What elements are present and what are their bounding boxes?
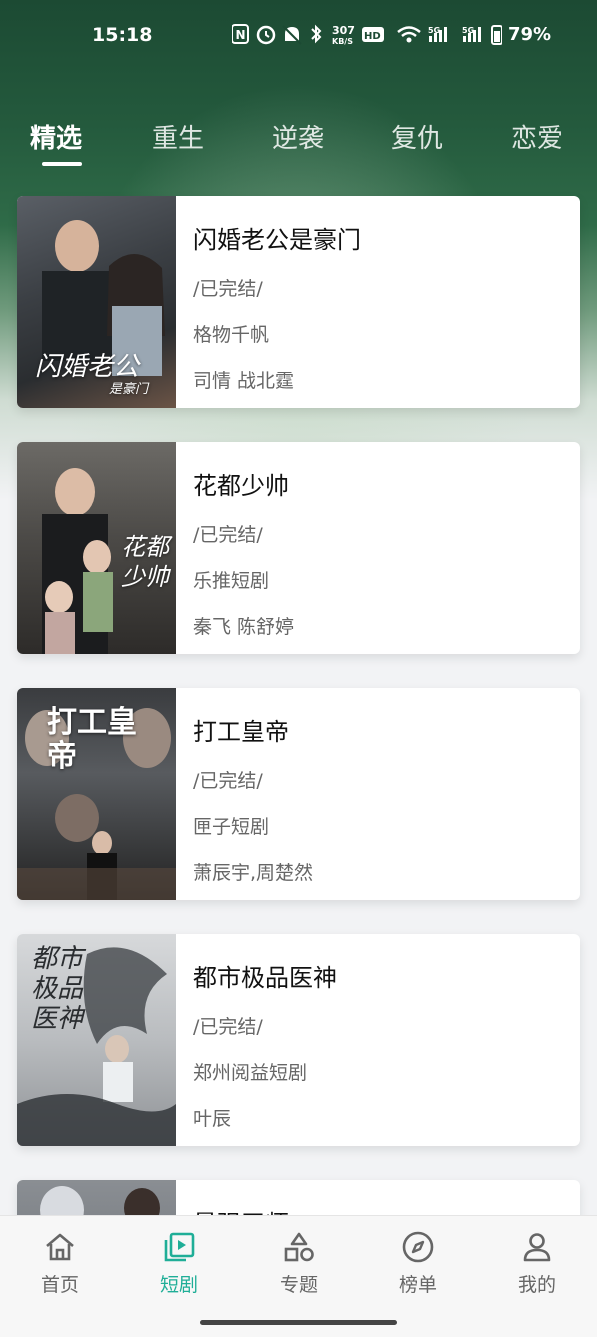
tab-fuchou[interactable]: 复仇: [391, 118, 443, 155]
cover-subtitle-text: 是豪门: [109, 382, 149, 397]
tab-chongsheng[interactable]: 重生: [152, 118, 204, 155]
bottom-navigation: 首页 短剧 专题 榜单 我的: [0, 1215, 597, 1337]
drama-card[interactable]: 花都少帅 花都少帅 /已完结/ 乐推短剧 秦飞 陈舒婷: [17, 442, 580, 654]
drama-status: /已完结/: [193, 278, 263, 300]
drama-cast: 秦飞 陈舒婷: [193, 616, 295, 638]
drama-status: /已完结/: [193, 1016, 263, 1038]
drama-cover[interactable]: 花都少帅: [17, 442, 176, 654]
drama-producer: 郑州阅益短剧: [193, 1062, 308, 1084]
battery-percent: 79%: [508, 24, 552, 45]
tab-jingxuan[interactable]: 精选: [30, 118, 82, 155]
drama-cast: 萧辰宇,周楚然: [193, 862, 314, 884]
person-icon: [523, 1233, 551, 1262]
drama-card[interactable]: 闪婚老公 是豪门 闪婚老公是豪门 /已完结/ 格物千帆 司情 战北霆: [17, 196, 580, 408]
cover-title-text: 都市极品医神: [31, 944, 84, 1034]
drama-title: 打工皇帝: [193, 718, 289, 746]
svg-text:N: N: [236, 28, 246, 42]
nav-rankings[interactable]: 榜单: [378, 1230, 458, 1297]
drama-card[interactable]: 打工皇帝 打工皇帝 /已完结/ 匣子短剧 萧辰宇,周楚然: [17, 688, 580, 900]
status-bar: 15:18 N 307 KB/S HD 5G 5G 79%: [0, 0, 597, 70]
nav-shortdrama-label: 短剧: [159, 1274, 198, 1296]
compass-icon: [402, 1231, 434, 1263]
nav-shortdrama[interactable]: 短剧: [139, 1230, 219, 1297]
play-icon: [164, 1232, 195, 1262]
nav-topics-label: 专题: [279, 1274, 318, 1296]
nav-profile[interactable]: 我的: [497, 1230, 577, 1297]
home-indicator[interactable]: [200, 1320, 397, 1325]
drama-producer: 格物千帆: [193, 324, 270, 346]
drama-cast: 叶辰: [193, 1108, 232, 1130]
cover-title-text: 打工皇帝: [47, 705, 137, 774]
drama-cover[interactable]: 闪婚老公 是豪门: [17, 196, 176, 408]
svg-text:HD: HD: [364, 31, 381, 42]
nav-home-label: 首页: [40, 1274, 79, 1296]
drama-cast: 司情 战北霆: [193, 370, 295, 392]
drama-card[interactable]: 都市极品医神 都市极品医神 /已完结/ 郑州阅益短剧 叶辰: [17, 934, 580, 1146]
drama-cover[interactable]: 都市极品医神: [17, 934, 176, 1146]
tab-lianai[interactable]: 恋爱: [511, 118, 563, 155]
status-icons: N 307 KB/S HD 5G 5G: [232, 24, 502, 46]
nav-home[interactable]: 首页: [20, 1230, 100, 1297]
drama-status: /已完结/: [193, 524, 263, 546]
drama-title: 都市极品医神: [193, 964, 337, 992]
nav-profile-label: 我的: [517, 1274, 556, 1296]
active-tab-indicator: [42, 162, 82, 166]
svg-text:KB/S: KB/S: [332, 37, 353, 46]
tab-nixi[interactable]: 逆袭: [272, 118, 324, 155]
home-icon: [46, 1233, 74, 1261]
svg-text:307: 307: [332, 24, 355, 37]
drama-title: 闪婚老公是豪门: [193, 226, 361, 254]
drama-title: 花都少帅: [193, 472, 289, 500]
category-tabs: 精选 重生 逆袭 复仇 恋爱: [0, 112, 597, 172]
drama-producer: 匣子短剧: [193, 816, 270, 838]
cover-title-text: 花都少帅: [121, 533, 169, 591]
drama-producer: 乐推短剧: [193, 570, 270, 592]
status-time: 15:18: [92, 24, 153, 46]
nav-rankings-label: 榜单: [398, 1274, 437, 1296]
nav-topics[interactable]: 专题: [259, 1230, 339, 1297]
drama-cover[interactable]: 打工皇帝: [17, 688, 176, 900]
shapes-icon: [284, 1232, 314, 1262]
drama-status: /已完结/: [193, 770, 263, 792]
